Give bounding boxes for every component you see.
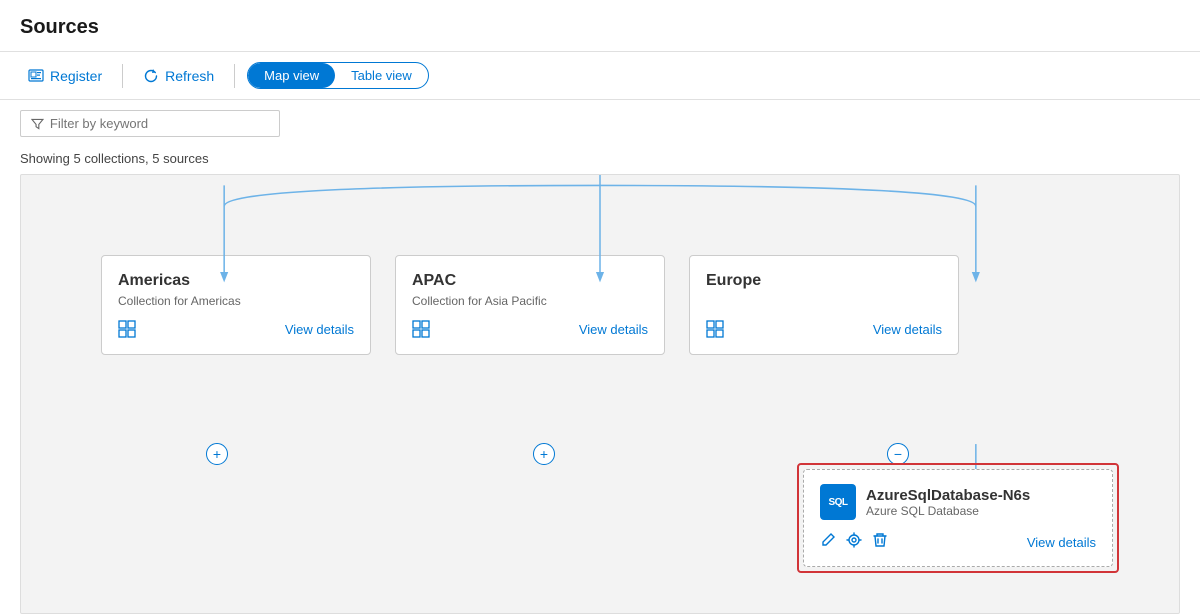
- refresh-button[interactable]: Refresh: [135, 64, 222, 88]
- canvas: Americas Collection for Americas View de…: [20, 174, 1180, 614]
- search-input[interactable]: [50, 116, 269, 131]
- page-title: Sources: [20, 16, 99, 38]
- register-icon: [28, 68, 44, 84]
- source-name: AzureSqlDatabase-N6s: [866, 487, 1030, 504]
- edit-icon[interactable]: [820, 532, 836, 552]
- americas-view-details[interactable]: View details: [285, 322, 354, 337]
- source-view-details[interactable]: View details: [1027, 535, 1096, 550]
- apac-title: APAC: [412, 272, 648, 290]
- scan-icon[interactable]: [846, 532, 862, 552]
- source-card: SQL AzureSqlDatabase-N6s Azure SQL Datab…: [803, 469, 1113, 567]
- grid-icon: [118, 320, 136, 338]
- source-card-selected: SQL AzureSqlDatabase-N6s Azure SQL Datab…: [797, 463, 1119, 573]
- refresh-icon: [143, 68, 159, 84]
- americas-title: Americas: [118, 272, 354, 290]
- top-cards: Americas Collection for Americas View de…: [41, 255, 1159, 355]
- toolbar: Register Refresh Map view Table view: [0, 52, 1200, 100]
- europe-card: Europe View details: [689, 255, 959, 355]
- source-card-footer: View details: [820, 532, 1096, 552]
- register-button[interactable]: Register: [20, 64, 110, 88]
- americas-footer: View details: [118, 320, 354, 338]
- americas-expand[interactable]: +: [206, 443, 228, 465]
- view-toggle: Map view Table view: [247, 62, 429, 89]
- map-view-button[interactable]: Map view: [248, 63, 335, 88]
- apac-footer: View details: [412, 320, 648, 338]
- toolbar-divider: [122, 64, 123, 88]
- grid-icon-3: [706, 320, 724, 338]
- filter-bar: [0, 100, 1200, 147]
- apac-card: APAC Collection for Asia Pacific View de…: [395, 255, 665, 355]
- europe-view-details[interactable]: View details: [873, 322, 942, 337]
- source-actions: [820, 532, 888, 552]
- filter-input-wrapper: [20, 110, 280, 137]
- americas-card: Americas Collection for Americas View de…: [101, 255, 371, 355]
- table-view-button[interactable]: Table view: [335, 63, 428, 88]
- showing-text: Showing 5 collections, 5 sources: [0, 147, 1200, 174]
- europe-subtitle: [706, 294, 942, 308]
- europe-collapse[interactable]: −: [887, 443, 909, 465]
- delete-icon[interactable]: [872, 532, 888, 552]
- europe-title: Europe: [706, 272, 942, 290]
- page-header: Sources Register Refresh Map view Table: [0, 0, 1200, 100]
- apac-subtitle: Collection for Asia Pacific: [412, 294, 648, 308]
- apac-expand[interactable]: +: [533, 443, 555, 465]
- sql-icon: SQL: [820, 484, 856, 520]
- americas-subtitle: Collection for Americas: [118, 294, 354, 308]
- source-card-header: SQL AzureSqlDatabase-N6s Azure SQL Datab…: [820, 484, 1096, 520]
- apac-view-details[interactable]: View details: [579, 322, 648, 337]
- grid-icon-2: [412, 320, 430, 338]
- filter-icon: [31, 117, 44, 131]
- source-type: Azure SQL Database: [866, 504, 1030, 518]
- source-info: AzureSqlDatabase-N6s Azure SQL Database: [866, 487, 1030, 518]
- europe-footer: View details: [706, 320, 942, 338]
- toolbar-divider-2: [234, 64, 235, 88]
